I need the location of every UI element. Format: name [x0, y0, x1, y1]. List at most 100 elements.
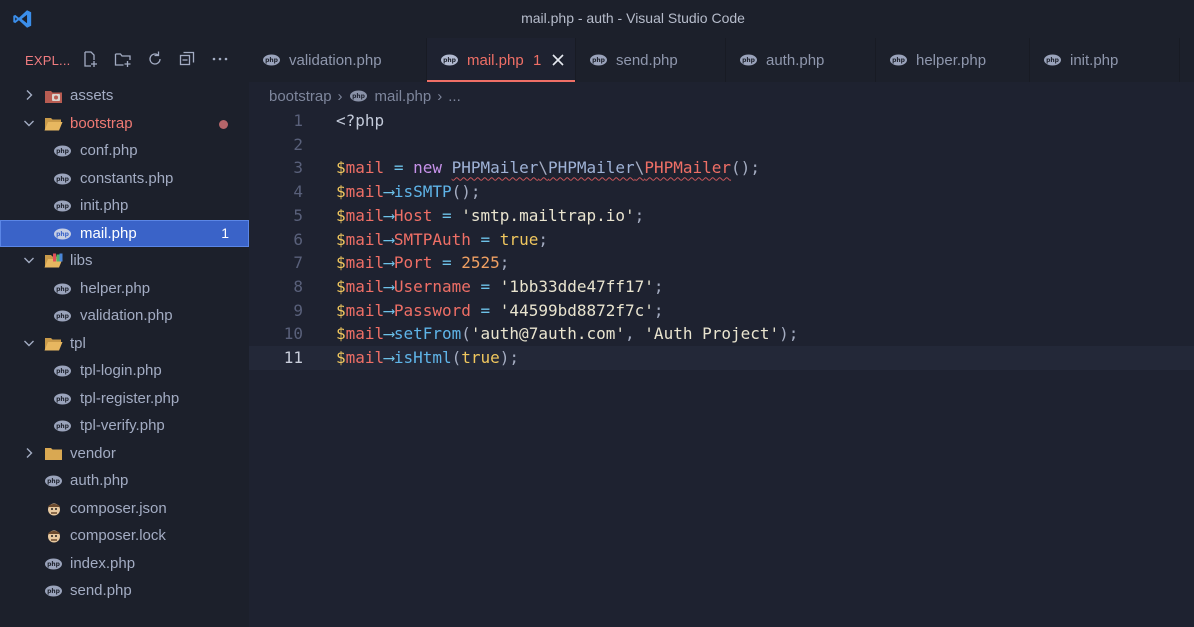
code-line[interactable]: 11 $mail⟶isHtml(true); — [249, 346, 1194, 370]
assets-folder-icon — [45, 91, 62, 103]
tab-validation-php[interactable]: php validation.php — [249, 38, 427, 82]
vscode-window: mail.php - auth - Visual Studio Code EXP… — [0, 0, 1194, 627]
code-text: $mail⟶Username = '1bb33dde47ff17'; — [336, 276, 664, 296]
line-number: 1 — [293, 111, 303, 130]
tree-file-tpl-register-php[interactable]: php tpl-register.php — [0, 385, 249, 412]
tree-folder-libs[interactable]: libs — [0, 247, 249, 274]
svg-text:php: php — [47, 561, 61, 568]
code-line[interactable]: 2 — [249, 133, 1194, 157]
svg-text:php: php — [265, 57, 279, 64]
tab-mail-php[interactable]: php mail.php 1 — [427, 38, 576, 82]
tab-init-php[interactable]: php init.php — [1030, 38, 1180, 82]
tree-folder-assets[interactable]: assets — [0, 82, 249, 109]
tab-problem-count: 1 — [533, 52, 542, 69]
php-icon: php — [54, 173, 71, 184]
new-file-icon[interactable] — [80, 49, 100, 69]
line-number: 3 — [293, 158, 303, 178]
tab-label: helper.php — [916, 52, 987, 69]
tree-file-init-php[interactable]: php init.php — [0, 192, 249, 219]
php-icon: php — [441, 54, 458, 66]
code-text: <?php — [336, 111, 385, 130]
modified-dot-icon — [219, 119, 228, 129]
code-line[interactable]: 8 $mail⟶Username = '1bb33dde47ff17'; — [249, 275, 1194, 299]
tree-file-send-php[interactable]: php send.php — [0, 577, 249, 604]
php-icon: php — [349, 90, 367, 102]
php-icon: php — [45, 585, 62, 597]
code-text: $mail⟶Port = 2525; — [336, 253, 510, 273]
breadcrumb-file[interactable]: mail.php — [375, 88, 432, 105]
code-text: $mail⟶setFrom('auth@7auth.com', 'Auth Pr… — [336, 324, 799, 344]
tree-file-tpl-login-php[interactable]: php tpl-login.php — [0, 357, 249, 384]
code-line[interactable]: 7 $mail⟶Port = 2525; — [249, 251, 1194, 275]
explorer-title[interactable]: EXPL... — [25, 53, 70, 68]
php-icon: php — [740, 54, 757, 66]
tree-folder-tpl[interactable]: tpl — [0, 330, 249, 357]
breadcrumb-more[interactable]: ... — [448, 88, 461, 105]
tab-send-php[interactable]: php send.php — [576, 38, 726, 82]
chevron-right-icon: › — [337, 87, 343, 105]
chevron-down-icon — [24, 120, 34, 126]
tree-item-label: tpl-verify.php — [80, 417, 165, 434]
tree-folder-bootstrap[interactable]: bootstrap — [0, 110, 249, 137]
tree-file-tpl-verify-php[interactable]: php tpl-verify.php — [0, 412, 249, 439]
tree-file-constants-php[interactable]: php constants.php — [0, 165, 249, 192]
tree-folder-vendor[interactable]: vendor — [0, 440, 249, 467]
tree-file-auth-php[interactable]: php auth.php — [0, 467, 249, 494]
tree-item-label: composer.lock — [70, 527, 166, 544]
composer-icon — [48, 503, 60, 515]
tree-item-label: tpl-register.php — [80, 389, 180, 407]
tree-file-composer-json[interactable]: composer.json — [0, 495, 249, 522]
title-bar: mail.php - auth - Visual Studio Code — [0, 0, 1194, 38]
folder-open-icon — [44, 117, 63, 130]
tree-file-conf-php[interactable]: php conf.php — [0, 137, 249, 164]
refresh-icon[interactable] — [145, 49, 165, 69]
tree-file-validation-php[interactable]: php validation.php — [0, 302, 249, 329]
code-text: $mail = new PHPMailer\PHPMailer\PHPMaile… — [336, 158, 760, 178]
svg-text:php: php — [56, 368, 70, 375]
libs-folder-icon — [44, 253, 63, 268]
editor-area: php validation.php php mail.php 1 php se… — [249, 38, 1194, 627]
more-icon[interactable] — [210, 49, 230, 69]
folder-open-icon — [44, 337, 63, 350]
svg-text:php: php — [56, 148, 70, 155]
tree-file-composer-lock[interactable]: composer.lock — [0, 522, 249, 549]
window-title: mail.php - auth - Visual Studio Code — [521, 10, 745, 26]
svg-text:php: php — [56, 396, 70, 403]
tree-item-label: index.php — [70, 554, 136, 572]
code-line[interactable]: 5 $mail⟶Host = 'smtp.mailtrap.io'; — [249, 204, 1194, 228]
composer-icon — [48, 530, 60, 543]
tree-item-label: validation.php — [80, 307, 173, 324]
chevron-right-icon — [26, 447, 33, 458]
php-icon: php — [54, 145, 71, 157]
new-folder-icon[interactable] — [113, 49, 133, 69]
tree-item-label: vendor — [70, 444, 116, 462]
code-line[interactable]: 9 $mail⟶Password = '44599bd8872f7c'; — [249, 299, 1194, 323]
tab-auth-php[interactable]: php auth.php — [726, 38, 876, 82]
close-icon[interactable] — [551, 53, 565, 67]
tree-item-label: composer.json — [70, 499, 167, 517]
code-line[interactable]: 6 $mail⟶SMTPAuth = true; — [249, 228, 1194, 252]
code-line[interactable]: 3 $mail = new PHPMailer\PHPMailer\PHPMail… — [249, 156, 1194, 180]
php-icon: php — [54, 228, 71, 239]
svg-text:php: php — [1046, 57, 1060, 64]
tree-file-mail-php[interactable]: php mail.php 1 — [0, 219, 249, 247]
tab-bar: php validation.php php mail.php 1 php se… — [249, 38, 1194, 82]
code-text: $mail⟶Password = '44599bd8872f7c'; — [336, 300, 664, 320]
breadcrumb-folder[interactable]: bootstrap — [269, 88, 332, 105]
line-number: 5 — [293, 205, 303, 225]
tree-item-label: bootstrap — [70, 114, 133, 132]
php-icon: php — [263, 54, 280, 66]
collapse-all-icon[interactable] — [177, 49, 197, 69]
line-number: 10 — [283, 324, 303, 344]
tab-label: send.php — [616, 52, 678, 69]
tree-file-helper-php[interactable]: php helper.php — [0, 275, 249, 302]
line-number: 7 — [293, 253, 303, 273]
tab-helper-php[interactable]: php helper.php — [876, 38, 1030, 82]
tree-file-index-php[interactable]: php index.php — [0, 550, 249, 577]
code-line[interactable]: 1 <?php — [249, 109, 1194, 133]
chevron-down-icon — [24, 340, 34, 346]
code-line[interactable]: 10 $mail⟶setFrom('auth@7auth.com', 'Auth … — [249, 322, 1194, 346]
line-number: 4 — [293, 182, 303, 202]
php-icon: php — [54, 420, 71, 432]
code-line[interactable]: 4 $mail⟶isSMTP(); — [249, 180, 1194, 204]
